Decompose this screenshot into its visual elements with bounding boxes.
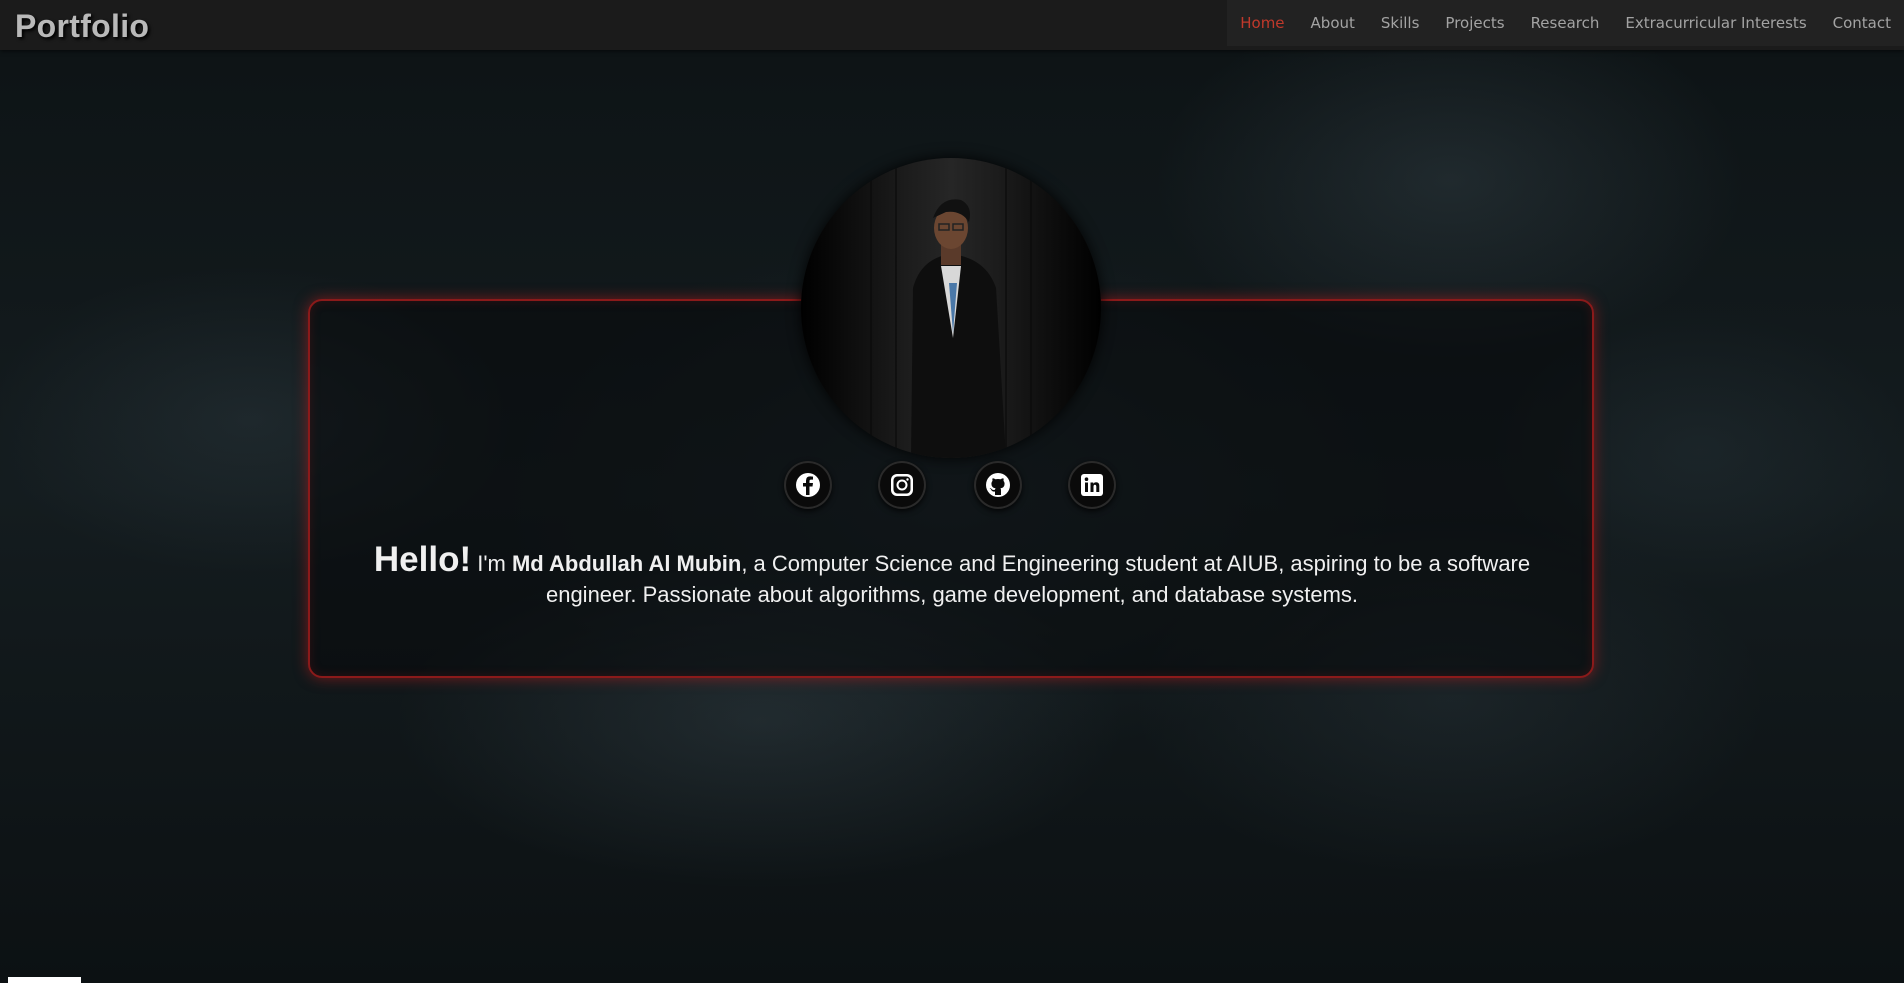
instagram-link[interactable] [878, 461, 926, 509]
nav-extracurricular[interactable]: Extracurricular Interests [1612, 14, 1819, 32]
linkedin-link[interactable] [1068, 461, 1116, 509]
nav-skills[interactable]: Skills [1368, 14, 1433, 32]
nav-projects[interactable]: Projects [1432, 14, 1517, 32]
facebook-icon [796, 473, 820, 497]
person-name: Md Abdullah Al Mubin [511, 551, 742, 576]
nav-about[interactable]: About [1298, 14, 1368, 32]
intro-text: Hello! I'm Md Abdullah Al Mubin, a Compu… [330, 542, 1574, 610]
main-nav: Home About Skills Projects Research Extr… [1227, 0, 1904, 46]
github-link[interactable] [974, 461, 1022, 509]
profile-portrait-image [801, 158, 1101, 458]
nav-home[interactable]: Home [1227, 14, 1297, 32]
corner-element [8, 977, 81, 983]
linkedin-icon [1081, 474, 1103, 496]
social-links [784, 461, 1120, 511]
github-icon [986, 473, 1010, 497]
intro-prefix: I'm [471, 551, 512, 576]
navbar: Portfolio Home About Skills Projects Res… [0, 0, 1904, 50]
facebook-link[interactable] [784, 461, 832, 509]
instagram-icon [891, 474, 913, 496]
site-brand[interactable]: Portfolio [15, 8, 149, 45]
hello-heading: Hello! [373, 540, 472, 579]
nav-contact[interactable]: Contact [1820, 14, 1904, 32]
profile-photo [801, 158, 1101, 458]
nav-research[interactable]: Research [1518, 14, 1613, 32]
